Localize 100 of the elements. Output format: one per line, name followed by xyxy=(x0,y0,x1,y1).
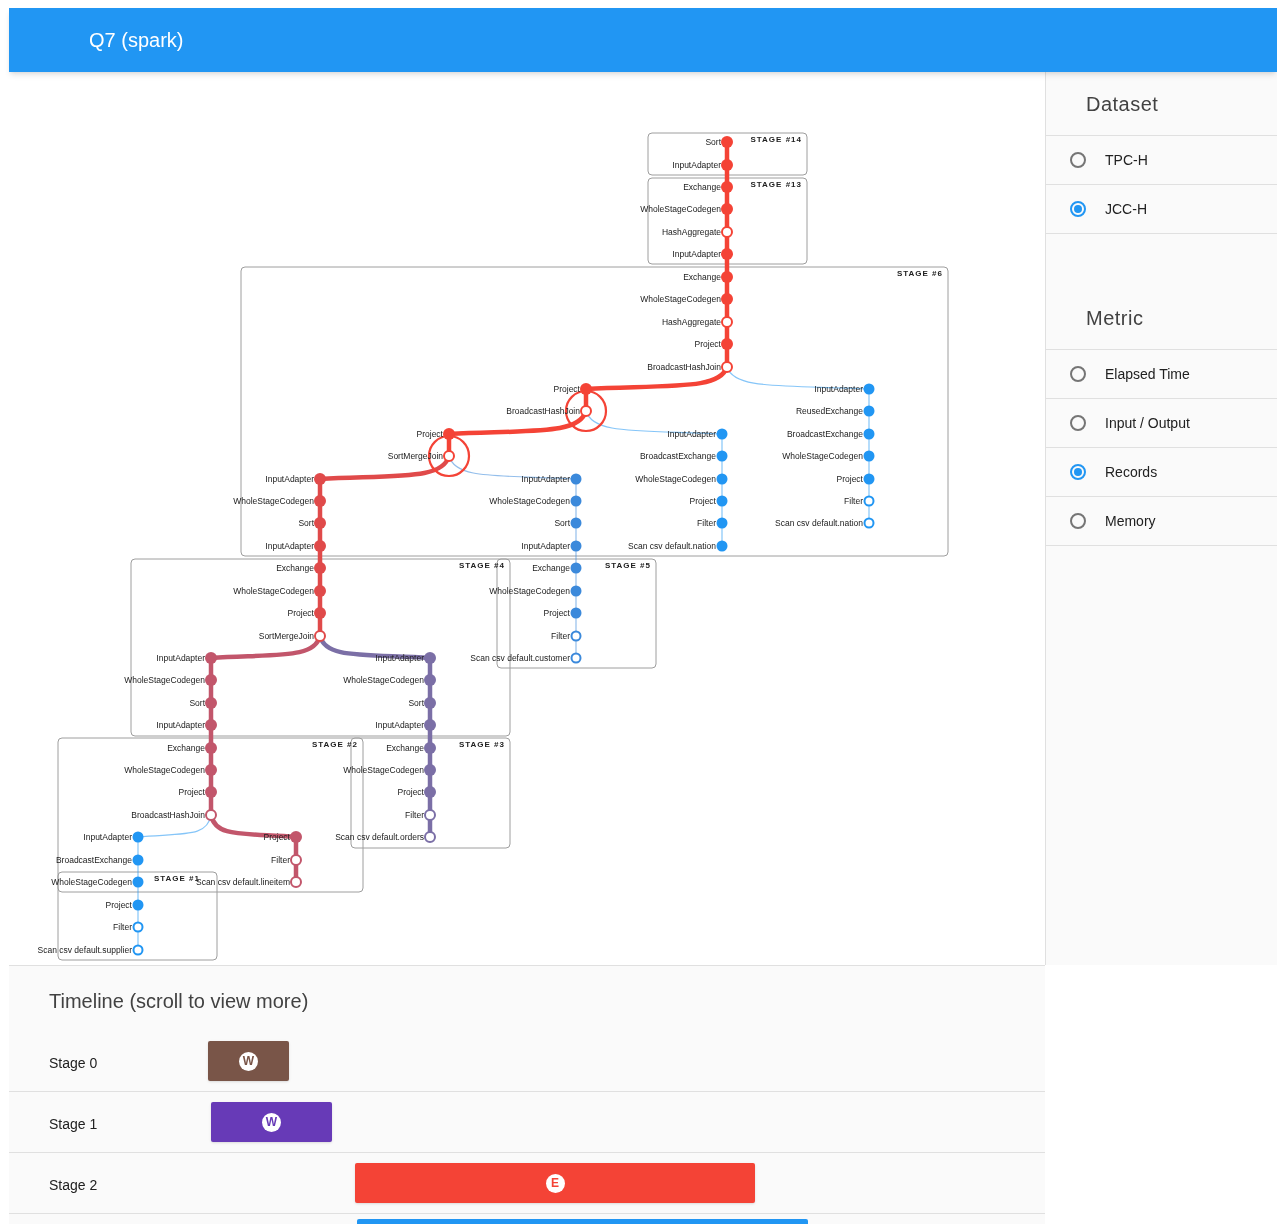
plan-node[interactable] xyxy=(205,742,217,754)
plan-node[interactable] xyxy=(205,674,217,686)
plan-node[interactable] xyxy=(721,293,733,305)
node-label: WholeStageCodegen xyxy=(233,586,314,596)
plan-node[interactable] xyxy=(716,540,728,552)
radio-button[interactable] xyxy=(1070,513,1086,529)
radio-button[interactable] xyxy=(1070,415,1086,431)
plan-node[interactable] xyxy=(570,473,582,485)
timeline-bar[interactable]: W xyxy=(211,1102,332,1142)
node-label: WholeStageCodegen xyxy=(51,877,132,887)
plan-node[interactable] xyxy=(205,764,217,776)
plan-node[interactable] xyxy=(580,405,592,417)
option-label[interactable]: Records xyxy=(1105,461,1158,483)
plan-node[interactable] xyxy=(863,428,875,440)
plan-node[interactable] xyxy=(716,428,728,440)
stage-label: STAGE #3 xyxy=(458,740,505,749)
plan-node[interactable] xyxy=(314,473,326,485)
radio-button[interactable] xyxy=(1070,464,1086,480)
plan-node[interactable] xyxy=(570,495,582,507)
timeline-title: Timeline (scroll to view more) xyxy=(49,988,309,1014)
plan-node[interactable] xyxy=(205,809,217,821)
plan-node[interactable] xyxy=(132,831,144,843)
plan-node[interactable] xyxy=(290,831,302,843)
plan-node[interactable] xyxy=(205,652,217,664)
plan-node[interactable] xyxy=(721,361,733,373)
plan-node[interactable] xyxy=(314,585,326,597)
node-label: Sort xyxy=(408,698,424,708)
plan-node[interactable] xyxy=(132,921,144,933)
plan-node[interactable] xyxy=(863,495,875,507)
plan-node[interactable] xyxy=(205,697,217,709)
plan-node[interactable] xyxy=(132,854,144,866)
timeline-bar[interactable]: E xyxy=(355,1163,755,1203)
node-label: InputAdapter xyxy=(375,720,424,730)
plan-node[interactable] xyxy=(570,540,582,552)
plan-node[interactable] xyxy=(721,181,733,193)
plan-node[interactable] xyxy=(721,159,733,171)
plan-node[interactable] xyxy=(443,450,455,462)
plan-node[interactable] xyxy=(132,899,144,911)
plan-node[interactable] xyxy=(424,809,436,821)
plan-node[interactable] xyxy=(721,203,733,215)
node-label: InputAdapter xyxy=(156,720,205,730)
option-label[interactable]: TPC-H xyxy=(1105,149,1148,171)
plan-node[interactable] xyxy=(570,562,582,574)
radio-button[interactable] xyxy=(1070,201,1086,217)
plan-node[interactable] xyxy=(721,136,733,148)
plan-node[interactable] xyxy=(205,719,217,731)
plan-node[interactable] xyxy=(424,697,436,709)
plan-node[interactable] xyxy=(721,248,733,260)
plan-node[interactable] xyxy=(424,674,436,686)
plan-node[interactable] xyxy=(205,786,217,798)
plan-node[interactable] xyxy=(314,562,326,574)
plan-node[interactable] xyxy=(132,876,144,888)
plan-node[interactable] xyxy=(863,473,875,485)
node-label: Sort xyxy=(554,518,570,528)
node-label: Exchange xyxy=(276,563,314,573)
plan-node[interactable] xyxy=(290,876,302,888)
node-label: BroadcastExchange xyxy=(55,855,132,865)
plan-node[interactable] xyxy=(863,383,875,395)
node-label: WholeStageCodegen xyxy=(489,496,570,506)
plan-node[interactable] xyxy=(424,831,436,843)
plan-node[interactable] xyxy=(290,854,302,866)
plan-node[interactable] xyxy=(570,607,582,619)
plan-node[interactable] xyxy=(721,226,733,238)
node-label: SortMergeJoin xyxy=(258,631,314,641)
plan-node[interactable] xyxy=(314,607,326,619)
plan-node[interactable] xyxy=(443,428,455,440)
plan-node[interactable] xyxy=(424,719,436,731)
plan-node[interactable] xyxy=(716,473,728,485)
plan-node[interactable] xyxy=(863,405,875,417)
plan-node[interactable] xyxy=(721,271,733,283)
timeline-bar[interactable]: W xyxy=(208,1041,289,1081)
plan-node[interactable] xyxy=(132,944,144,956)
plan-node[interactable] xyxy=(314,517,326,529)
plan-node[interactable] xyxy=(314,540,326,552)
node-label: Scan csv default.orders xyxy=(335,832,424,842)
option-label[interactable]: Input / Output xyxy=(1105,412,1190,434)
plan-node[interactable] xyxy=(424,742,436,754)
plan-node[interactable] xyxy=(424,652,436,664)
plan-node[interactable] xyxy=(570,585,582,597)
plan-node[interactable] xyxy=(721,316,733,328)
option-label[interactable]: JCC-H xyxy=(1105,198,1147,220)
plan-node[interactable] xyxy=(570,517,582,529)
plan-node[interactable] xyxy=(716,517,728,529)
plan-node[interactable] xyxy=(863,517,875,529)
plan-node[interactable] xyxy=(721,338,733,350)
radio-button[interactable] xyxy=(1070,366,1086,382)
plan-node[interactable] xyxy=(863,450,875,462)
option-label[interactable]: Elapsed Time xyxy=(1105,363,1190,385)
plan-node[interactable] xyxy=(424,764,436,776)
plan-node[interactable] xyxy=(570,630,582,642)
plan-node[interactable] xyxy=(314,495,326,507)
option-label[interactable]: Memory xyxy=(1105,510,1156,532)
plan-node[interactable] xyxy=(570,652,582,664)
node-label: InputAdapter xyxy=(83,832,132,842)
plan-node[interactable] xyxy=(580,383,592,395)
plan-node[interactable] xyxy=(716,450,728,462)
plan-node[interactable] xyxy=(314,630,326,642)
plan-node[interactable] xyxy=(716,495,728,507)
radio-button[interactable] xyxy=(1070,152,1086,168)
plan-node[interactable] xyxy=(424,786,436,798)
